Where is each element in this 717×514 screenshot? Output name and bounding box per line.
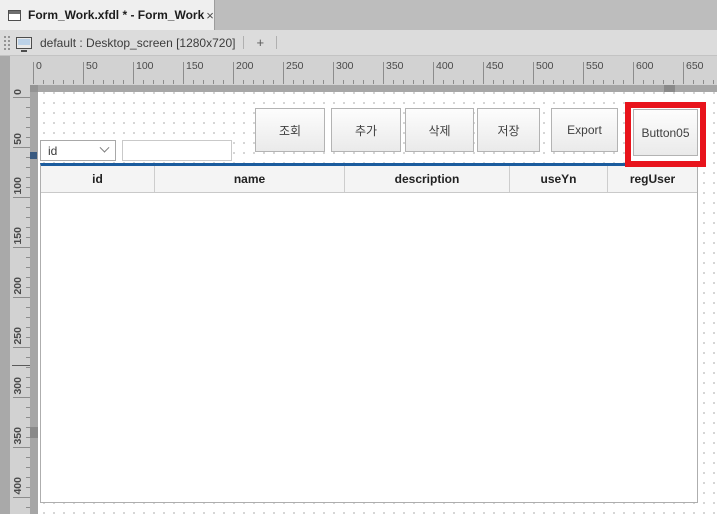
tab-form-work[interactable]: Form_Work.xfdl * - Form_Work ×: [0, 0, 215, 30]
monitor-icon: [16, 36, 32, 52]
search-field-combobox[interactable]: id: [40, 140, 116, 161]
data-grid[interactable]: id name description useYn regUser: [40, 163, 698, 503]
top-guide-band: [30, 85, 717, 92]
design-canvas[interactable]: id 조회 추가 삭제 저장 Export Button05 id name d…: [38, 92, 717, 514]
grid-header-id[interactable]: id: [41, 166, 155, 192]
separator: [276, 36, 278, 49]
grid-header-row: id name description useYn regUser: [41, 166, 697, 193]
chevron-down-icon[interactable]: [99, 142, 110, 153]
left-edge-strip: [0, 56, 10, 514]
button05[interactable]: Button05: [633, 109, 698, 156]
ruler-cursor-marker: [12, 365, 30, 366]
form-designer-window: Form_Work.xfdl * - Form_Work × default :…: [0, 0, 717, 514]
separator: [243, 36, 245, 49]
grid-header-description[interactable]: description: [345, 166, 510, 192]
screen-toolbar: default : Desktop_screen [1280x720] +: [0, 30, 717, 56]
query-button[interactable]: 조회: [255, 108, 325, 152]
grid-body[interactable]: [41, 193, 697, 502]
tab-title: Form_Work.xfdl * - Form_Work: [28, 8, 205, 22]
horizontal-ruler: 0 50 100 150 200 250 300 350 400 450 500 550 600 650: [0, 56, 717, 85]
close-icon[interactable]: ×: [204, 8, 216, 23]
screen-label: default : Desktop_screen [1280x720]: [40, 35, 236, 50]
export-button[interactable]: Export: [551, 108, 618, 152]
save-button[interactable]: 저장: [477, 108, 540, 152]
combobox-value: id: [48, 143, 58, 158]
guide-band-corner: [30, 85, 38, 92]
left-guide-band: [30, 92, 38, 514]
document-tab-bar: Form_Work.xfdl * - Form_Work ×: [0, 0, 717, 30]
vertical-ruler: 0 50 100 150 200 250 300 350 400: [10, 56, 30, 514]
horizontal-position-marker: [664, 85, 675, 92]
add-screen-button[interactable]: +: [252, 36, 268, 49]
selection-position-marker: [30, 152, 37, 159]
delete-button[interactable]: 삭제: [405, 108, 474, 152]
grid-header-useYn[interactable]: useYn: [510, 166, 608, 192]
form-document-icon: [8, 9, 21, 21]
grid-header-name[interactable]: name: [155, 166, 345, 192]
vertical-position-marker: [30, 427, 38, 438]
grid-header-regUser[interactable]: regUser: [608, 166, 697, 192]
drag-grip-icon[interactable]: [3, 34, 10, 51]
add-button[interactable]: 추가: [331, 108, 401, 152]
search-input[interactable]: [122, 140, 232, 161]
